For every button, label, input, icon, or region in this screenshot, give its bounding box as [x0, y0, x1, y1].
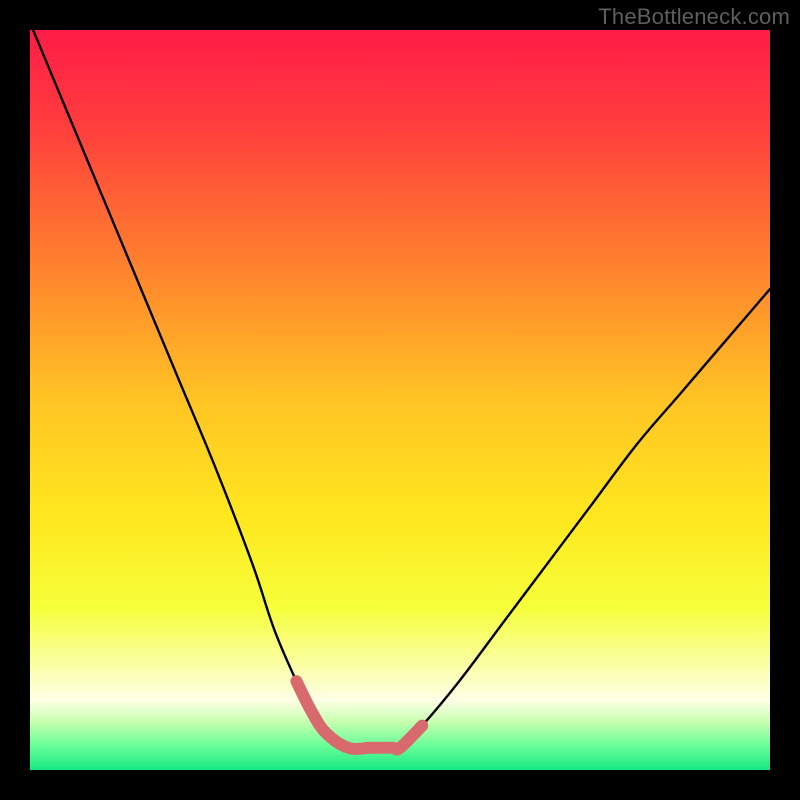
plot-area — [30, 30, 770, 770]
plot-svg — [30, 30, 770, 770]
plot-background — [30, 30, 770, 770]
watermark-text: TheBottleneck.com — [598, 4, 790, 30]
chart-frame: TheBottleneck.com — [0, 0, 800, 800]
